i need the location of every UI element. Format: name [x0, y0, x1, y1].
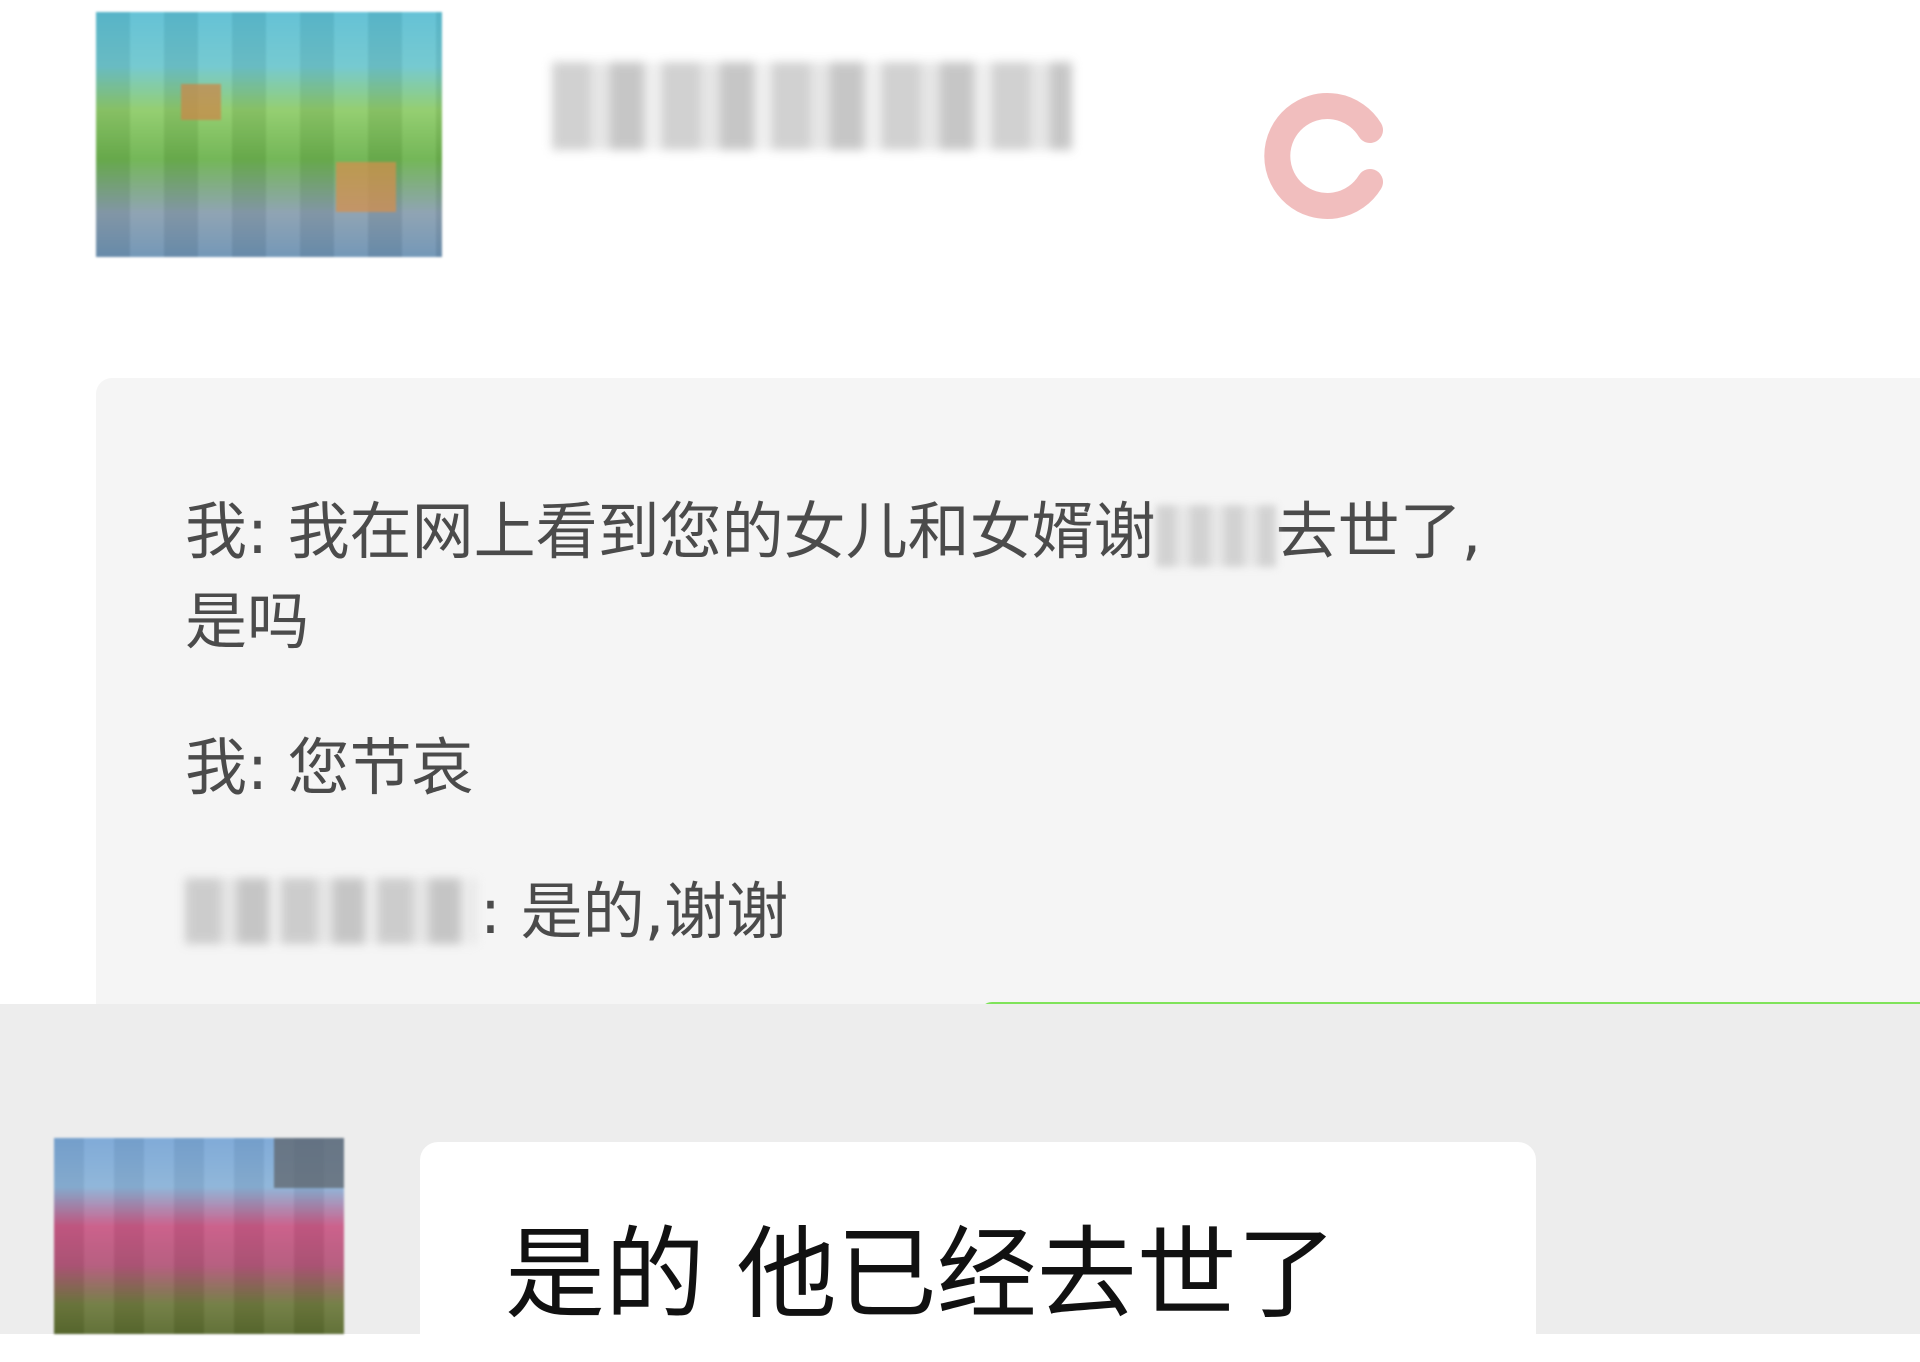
message-text: 是的 他已经去世了	[505, 1216, 1337, 1333]
quote-line-text: 我: 我在网上看到您的女儿和女婿谢	[185, 495, 1156, 568]
avatar-pixel-patch	[274, 1138, 344, 1188]
contact-name-redacted	[552, 62, 1072, 150]
quote-line-text: 去世了,	[1275, 495, 1482, 568]
sender-avatar[interactable]	[54, 1138, 344, 1334]
redacted-name	[1155, 504, 1276, 567]
quote-line: 我: 您节哀	[185, 731, 474, 804]
quote-line: : 是的,谢谢	[480, 875, 789, 948]
contact-header	[0, 0, 1920, 380]
redacted-sender-name	[185, 878, 475, 944]
avatar-pixel-patch	[336, 162, 396, 212]
contact-avatar[interactable]	[96, 12, 442, 257]
quote-line: 我: 我在网上看到您的女儿和女婿谢 去世了,	[185, 488, 1481, 576]
quote-line: 是吗	[185, 585, 310, 658]
avatar-pixel-patch	[181, 84, 221, 120]
watermark-logo-icon	[1264, 93, 1383, 219]
